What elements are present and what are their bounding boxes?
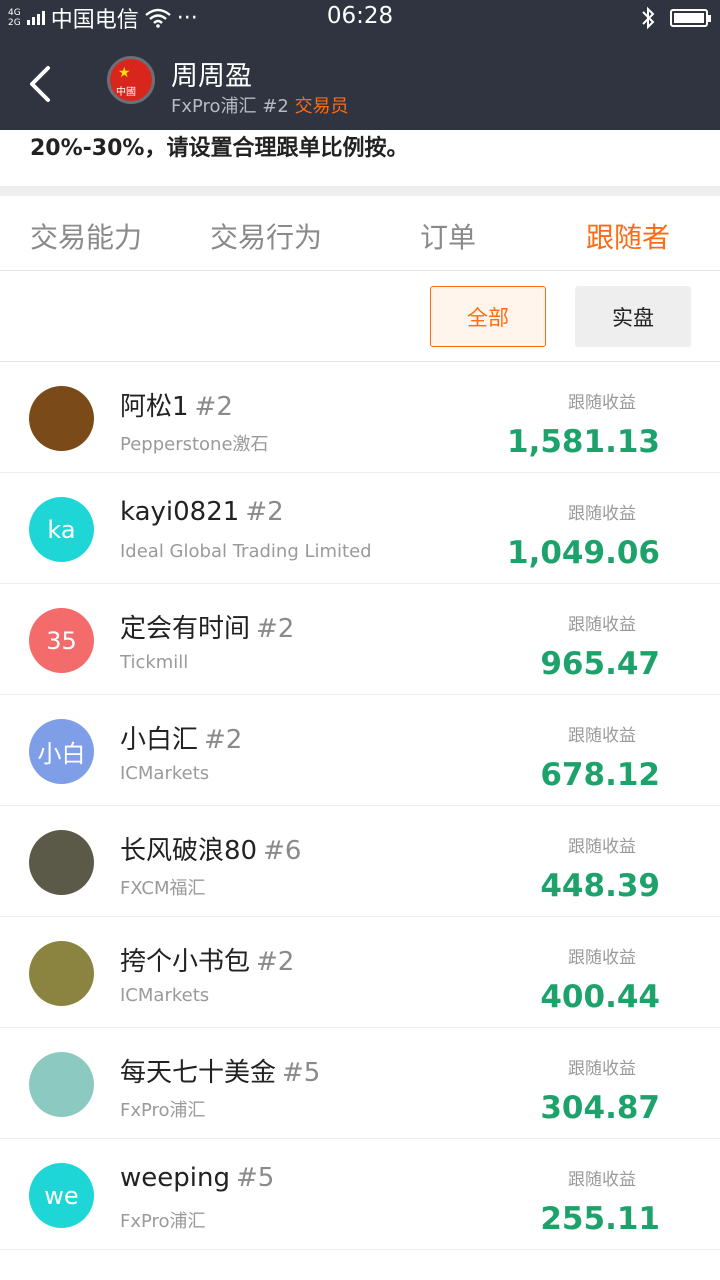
- follower-name: 挎个小书包 #2: [120, 941, 294, 978]
- bluetooth-icon: [642, 6, 655, 30]
- follower-row[interactable]: 挎个小书包 #2 ICMarkets 跟随收益 400.44: [0, 917, 720, 1028]
- follower-rank: #2: [204, 725, 243, 755]
- follower-row[interactable]: we weeping #5 FxPro浦汇 跟随收益 255.11: [0, 1139, 720, 1250]
- tab-trading-ability[interactable]: 交易能力: [30, 216, 142, 256]
- battery-icon: [670, 9, 711, 27]
- notice-text: 20%-30%，请设置合理跟单比例按。: [30, 136, 409, 161]
- follower-name-text: 每天七十美金: [120, 1058, 277, 1088]
- filter-all-button[interactable]: 全部: [430, 286, 546, 347]
- follower-name: 定会有时间 #2: [120, 608, 294, 645]
- app-header: ★ 中國 周周盈 FxPro浦汇 #2 交易员: [0, 36, 720, 130]
- trader-name: 周周盈: [171, 61, 252, 92]
- profit-label: 跟随收益: [568, 1059, 636, 1079]
- follower-name-text: 挎个小书包: [120, 947, 251, 977]
- follower-avatar[interactable]: 小白: [29, 719, 94, 784]
- profit-label: 跟随收益: [568, 615, 636, 635]
- profit-value: 965.47: [540, 646, 660, 682]
- profit-label: 跟随收益: [568, 726, 636, 746]
- follower-name: 长风破浪80 #6: [120, 830, 301, 867]
- profit-label: 跟随收益: [568, 837, 636, 857]
- follower-broker: ICMarkets: [120, 763, 210, 784]
- follower-avatar[interactable]: [29, 830, 94, 895]
- profit-value: 400.44: [540, 979, 660, 1015]
- follower-rank: #5: [282, 1058, 321, 1088]
- tab-bar: 交易能力 交易行为 订单 跟随者: [0, 196, 720, 271]
- profit-value: 1,049.06: [507, 535, 660, 571]
- profit-value: 448.39: [540, 868, 660, 904]
- follower-broker: FxPro浦汇: [120, 1211, 206, 1232]
- profit-label: 跟随收益: [568, 948, 636, 968]
- flag-label: 中國: [116, 87, 136, 98]
- follower-name: 小白汇 #2: [120, 719, 242, 756]
- follower-row[interactable]: 每天七十美金 #5 FxPro浦汇 跟随收益 304.87: [0, 1028, 720, 1139]
- follower-rank: #2: [194, 392, 233, 422]
- follower-broker: FXCM福汇: [120, 878, 206, 899]
- follower-row[interactable]: 小白 小白汇 #2 ICMarkets 跟随收益 678.12: [0, 695, 720, 806]
- tab-orders[interactable]: 订单: [420, 216, 476, 256]
- follower-row[interactable]: 长风破浪80 #6 FXCM福汇 跟随收益 448.39: [0, 806, 720, 917]
- profit-label: 跟随收益: [568, 504, 636, 524]
- follower-list: 阿松1 #2 Pepperstone激石 跟随收益 1,581.13 ka kay…: [0, 362, 720, 1250]
- follower-name-text: weeping: [120, 1163, 230, 1193]
- follower-avatar[interactable]: 35: [29, 608, 94, 673]
- follower-name: 阿松1 #2: [120, 386, 233, 423]
- follower-avatar[interactable]: [29, 941, 94, 1006]
- filter-bar: 全部 实盘: [0, 272, 720, 362]
- follower-broker: ICMarkets: [120, 985, 210, 1006]
- trader-subtitle: FxPro浦汇 #2 交易员: [171, 92, 349, 118]
- follower-name: 每天七十美金 #5: [120, 1052, 320, 1089]
- follower-name-text: 小白汇: [120, 725, 199, 755]
- follower-rank: #5: [235, 1163, 275, 1193]
- follower-broker: FxPro浦汇: [120, 1100, 206, 1121]
- status-time: 06:28: [326, 3, 394, 29]
- follower-rank: #2: [245, 497, 284, 527]
- profit-label: 跟随收益: [568, 393, 636, 413]
- follower-row[interactable]: 35 定会有时间 #2 Tickmill 跟随收益 965.47: [0, 584, 720, 695]
- profit-value: 678.12: [540, 757, 660, 793]
- tab-trading-behavior[interactable]: 交易行为: [210, 216, 322, 256]
- follower-name-text: 长风破浪80: [120, 836, 258, 866]
- follower-broker: Pepperstone激石: [120, 434, 269, 455]
- follower-name: kayi0821 #2: [120, 497, 284, 527]
- follower-name: weeping #5: [120, 1163, 274, 1193]
- section-divider: [0, 186, 720, 196]
- follower-rank: #2: [256, 614, 295, 644]
- follower-avatar[interactable]: ka: [29, 497, 94, 562]
- follower-avatar[interactable]: we: [29, 1163, 94, 1228]
- follower-name-text: 阿松1: [120, 392, 189, 422]
- trader-avatar[interactable]: ★ 中國: [107, 56, 155, 104]
- profit-value: 304.87: [540, 1090, 660, 1126]
- filter-real-button[interactable]: 实盘: [575, 286, 691, 347]
- back-arrow-icon[interactable]: [26, 64, 56, 104]
- follower-avatar[interactable]: [29, 386, 94, 451]
- follower-broker: Ideal Global Trading Limited: [120, 541, 372, 562]
- trader-broker-rank: FxPro浦汇 #2: [171, 96, 289, 117]
- trader-role: 交易员: [294, 96, 349, 117]
- status-right: [640, 4, 711, 32]
- profit-label: 跟随收益: [568, 1170, 636, 1190]
- follower-avatar[interactable]: [29, 1052, 94, 1117]
- follower-rank: #6: [263, 836, 302, 866]
- follower-name-text: 定会有时间: [120, 614, 251, 644]
- profit-value: 1,581.13: [507, 424, 660, 460]
- profit-value: 255.11: [540, 1201, 660, 1237]
- follower-broker: Tickmill: [120, 652, 189, 673]
- tab-followers[interactable]: 跟随者: [586, 216, 670, 256]
- status-bar: 4G 2G 中国电信 ··· 06:28: [0, 0, 720, 36]
- follower-row[interactable]: 阿松1 #2 Pepperstone激石 跟随收益 1,581.13: [0, 362, 720, 473]
- follower-name-text: kayi0821: [120, 497, 240, 527]
- follower-rank: #2: [256, 947, 295, 977]
- star-icon: ★: [118, 65, 131, 81]
- follower-row[interactable]: ka kayi0821 #2 Ideal Global Trading Limit…: [0, 473, 720, 584]
